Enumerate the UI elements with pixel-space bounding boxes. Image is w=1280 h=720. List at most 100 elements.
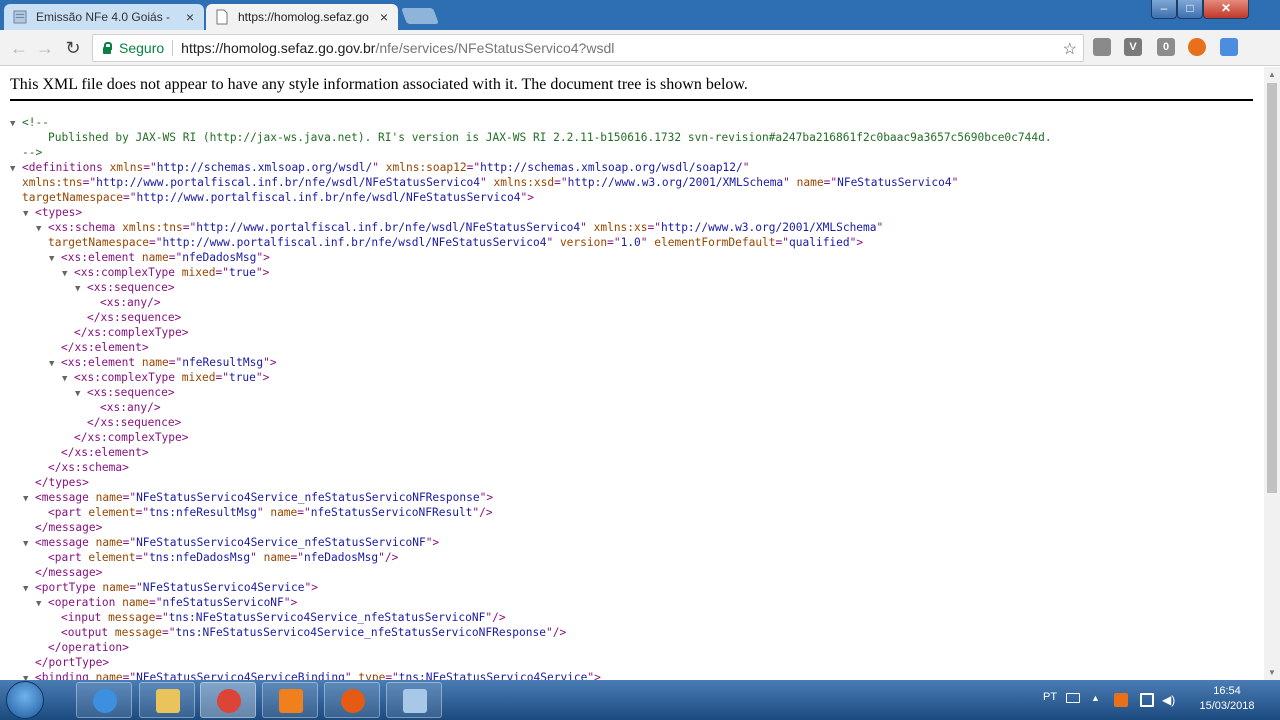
collapse-triangle-icon[interactable]: ▼ bbox=[62, 267, 74, 282]
xml-token: NFeStatusServico4ServiceBinding bbox=[136, 671, 345, 680]
extension-4-icon[interactable] bbox=[1188, 38, 1206, 56]
bookmark-star-icon[interactable]: ☆ bbox=[1063, 39, 1077, 59]
xml-token: tns:nfeResultMsg bbox=[149, 506, 257, 519]
tab-close-icon[interactable]: × bbox=[184, 9, 196, 25]
collapse-triangle-icon[interactable]: ▼ bbox=[23, 537, 35, 552]
tab-close-icon[interactable]: × bbox=[378, 9, 390, 25]
taskbar-chrome-button[interactable] bbox=[200, 682, 256, 718]
xml-token: "/> bbox=[472, 506, 493, 519]
tray-app-icon[interactable] bbox=[1114, 693, 1128, 707]
show-hidden-icons-icon[interactable]: ▲ bbox=[1091, 693, 1100, 703]
new-tab-button[interactable] bbox=[401, 8, 439, 24]
tab-emissao-nfe[interactable]: Emissão NFe 4.0 Goiás - × bbox=[4, 4, 204, 30]
xml-token: name bbox=[122, 596, 150, 609]
xml-token: http://www.portalfiscal.inf.br/nfe/wsdl/… bbox=[136, 191, 521, 204]
xml-token: xmlns:xs bbox=[593, 221, 648, 234]
collapse-triangle-icon[interactable]: ▼ bbox=[49, 252, 61, 267]
media-player-icon bbox=[279, 689, 303, 713]
collapse-triangle-icon[interactable]: ▼ bbox=[23, 582, 35, 597]
xml-token: =" bbox=[775, 236, 790, 249]
xml-token: name bbox=[102, 581, 130, 594]
xml-line: </types> bbox=[10, 475, 1052, 490]
taskbar-file-explorer-button[interactable] bbox=[139, 682, 195, 718]
scrollbar-thumb[interactable] bbox=[1267, 83, 1277, 493]
language-indicator[interactable]: PT bbox=[1043, 691, 1057, 703]
collapse-triangle-icon[interactable]: ▼ bbox=[23, 207, 35, 222]
xml-line: ▼ <definitions xmlns="http://schemas.xmls… bbox=[10, 160, 1052, 175]
xml-token: =" bbox=[607, 236, 621, 249]
address-bar[interactable]: Seguro https://homolog.sefaz.go.gov.br/n… bbox=[92, 34, 1084, 62]
xml-token: "> bbox=[479, 491, 494, 504]
vertical-scrollbar[interactable]: ▲ ▼ bbox=[1264, 67, 1280, 680]
extension-1-icon[interactable] bbox=[1093, 38, 1111, 56]
xml-token: qualified bbox=[789, 236, 850, 249]
xml-token: "/> bbox=[378, 551, 399, 564]
xml-line: </xs:element> bbox=[10, 445, 1052, 460]
xml-token: nfeStatusServicoNFResult bbox=[310, 506, 473, 519]
volume-icon[interactable]: ◀) bbox=[1162, 693, 1176, 707]
collapse-triangle-icon[interactable]: ▼ bbox=[10, 117, 22, 132]
xml-token: name bbox=[95, 491, 123, 504]
taskbar-firefox-button[interactable] bbox=[324, 682, 380, 718]
system-clock[interactable]: 16:54 15/03/2018 bbox=[1186, 684, 1268, 714]
taskbar-notes-app-button[interactable] bbox=[386, 682, 442, 718]
xml-token: </operation> bbox=[48, 641, 129, 654]
network-icon[interactable] bbox=[1140, 693, 1154, 707]
xml-token: xmlns:xsd bbox=[493, 176, 555, 189]
forward-arrow-icon[interactable]: → bbox=[34, 37, 56, 59]
xml-line: ▼ <xs:element name="nfeDadosMsg"> bbox=[10, 250, 1052, 265]
xml-token: tns:nfeDadosMsg bbox=[149, 551, 251, 564]
minimize-button[interactable]: – bbox=[1151, 0, 1177, 19]
start-button-icon[interactable] bbox=[6, 681, 44, 719]
xml-token: <types> bbox=[35, 206, 83, 219]
collapse-triangle-icon[interactable]: ▼ bbox=[62, 372, 74, 387]
xml-token: <portType bbox=[35, 581, 103, 594]
page-favicon-icon bbox=[216, 9, 228, 25]
notes-app-icon bbox=[403, 689, 427, 713]
xml-line: ▼ <xs:sequence> bbox=[10, 280, 1052, 295]
tab-wsdl-active[interactable]: https://homolog.sefaz.go × bbox=[206, 4, 398, 30]
internet-explorer-icon bbox=[93, 689, 117, 713]
collapse-triangle-icon[interactable]: ▼ bbox=[23, 672, 35, 680]
xml-token: "> bbox=[520, 191, 534, 204]
xml-token: =" bbox=[290, 551, 305, 564]
keyboard-icon[interactable] bbox=[1066, 693, 1080, 703]
back-arrow-icon[interactable]: ← bbox=[8, 37, 30, 59]
xml-token: </message> bbox=[35, 566, 103, 579]
extension-2-icon[interactable]: V bbox=[1124, 38, 1142, 56]
xml-token: <operation bbox=[48, 596, 123, 609]
collapse-triangle-icon[interactable]: ▼ bbox=[75, 282, 87, 297]
collapse-triangle-icon[interactable]: ▼ bbox=[36, 597, 48, 612]
xml-token: name bbox=[95, 536, 123, 549]
xml-token: </xs:sequence> bbox=[87, 416, 182, 429]
extension-5-icon[interactable] bbox=[1220, 38, 1238, 56]
maximize-button[interactable]: □ bbox=[1177, 0, 1203, 19]
collapse-triangle-icon[interactable]: ▼ bbox=[49, 357, 61, 372]
xml-token: "/> bbox=[545, 626, 567, 639]
xml-token: =" bbox=[135, 551, 150, 564]
taskbar-media-player-button[interactable] bbox=[262, 682, 318, 718]
close-window-button[interactable]: ✕ bbox=[1203, 0, 1249, 19]
xml-token: <xs:complexType bbox=[74, 266, 182, 279]
xml-token: "> bbox=[256, 251, 270, 264]
taskbar-internet-explorer-button[interactable] bbox=[76, 682, 132, 718]
xml-line: </xs:schema> bbox=[10, 460, 1052, 475]
xml-token: </xs:element> bbox=[61, 341, 149, 354]
tab-title: Emissão NFe 4.0 Goiás - bbox=[36, 10, 177, 24]
extension-3-icon[interactable]: 0 bbox=[1157, 38, 1175, 56]
xml-line: </operation> bbox=[10, 640, 1052, 655]
scroll-up-arrow-icon[interactable]: ▲ bbox=[1268, 70, 1276, 79]
collapse-triangle-icon[interactable]: ▼ bbox=[75, 387, 87, 402]
xml-tree: ▼ <!-- Published by JAX-WS RI (http://jax-… bbox=[10, 115, 1052, 680]
xml-token: NFeStatusServico4 bbox=[837, 176, 952, 189]
xml-token: </xs:sequence> bbox=[87, 311, 182, 324]
reload-icon[interactable]: ↻ bbox=[62, 37, 84, 59]
xml-line: </message> bbox=[10, 565, 1052, 580]
xml-line: ▼ <message name="NFeStatusServico4Service… bbox=[10, 535, 1052, 550]
collapse-triangle-icon[interactable]: ▼ bbox=[23, 492, 35, 507]
xml-token: =" bbox=[135, 506, 150, 519]
scroll-down-arrow-icon[interactable]: ▼ bbox=[1268, 668, 1276, 677]
xml-token: "> bbox=[849, 236, 864, 249]
xml-token: 1.0 bbox=[620, 236, 641, 249]
xml-token: </xs:complexType> bbox=[74, 326, 189, 339]
